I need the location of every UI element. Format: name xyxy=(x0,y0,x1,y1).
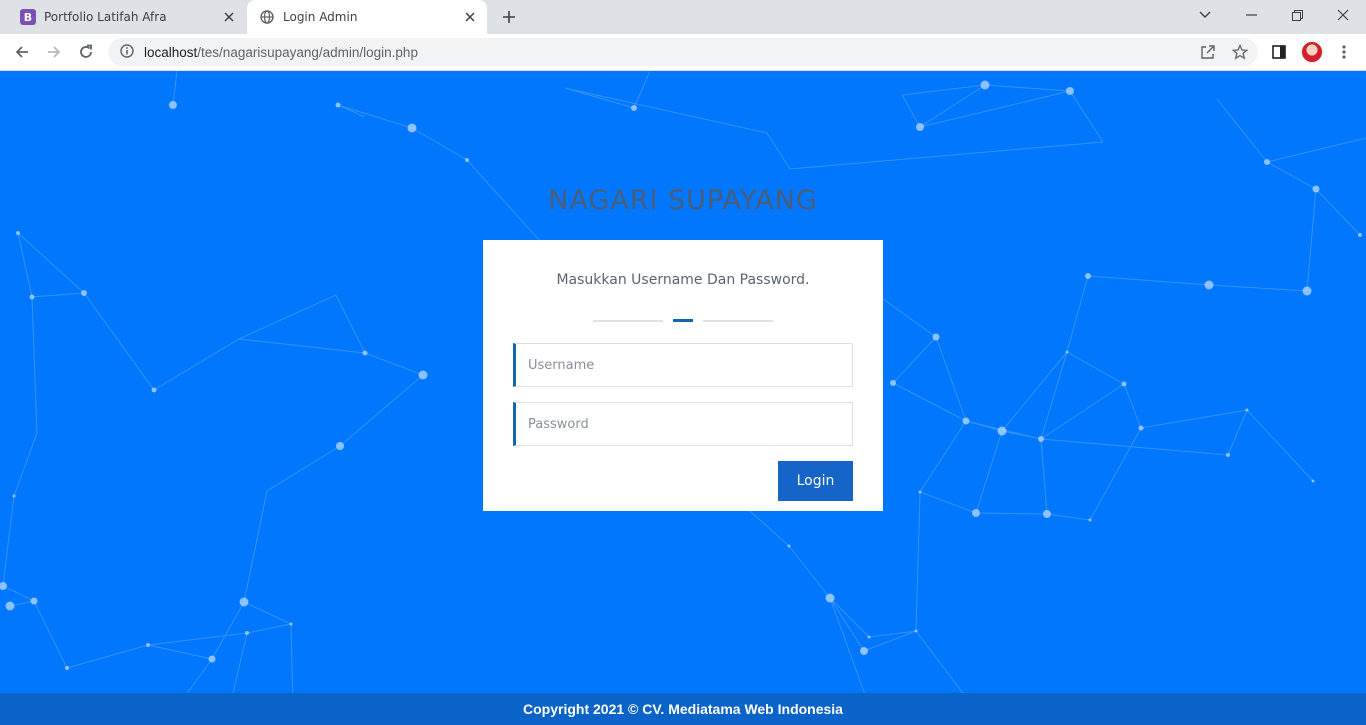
page-title: NAGARI SUPAYANG xyxy=(548,185,818,216)
divider-accent xyxy=(673,319,693,322)
site-info-icon[interactable] xyxy=(120,43,134,62)
url-text: localhost/tes/nagarisupayang/admin/login… xyxy=(144,45,418,60)
login-subtitle: Masukkan Username Dan Password. xyxy=(556,272,810,288)
url-path: /tes/nagarisupayang/admin/login.php xyxy=(197,44,418,60)
side-panel-icon[interactable] xyxy=(1265,38,1293,66)
reload-button[interactable] xyxy=(72,38,100,66)
login-card: Masukkan Username Dan Password. Login xyxy=(483,240,883,511)
tab-title: Login Admin xyxy=(283,10,358,24)
menu-kebab-icon[interactable] xyxy=(1330,38,1358,66)
tab-login-admin[interactable]: Login Admin xyxy=(247,0,487,34)
tab-title: Portfolio Latifah Afra xyxy=(44,10,167,24)
share-icon[interactable] xyxy=(1194,38,1222,66)
close-tab-icon[interactable] xyxy=(459,6,481,28)
restore-button[interactable] xyxy=(1274,0,1320,30)
username-input[interactable] xyxy=(513,343,853,387)
password-input[interactable] xyxy=(513,402,853,446)
address-bar[interactable]: localhost/tes/nagarisupayang/admin/login… xyxy=(108,38,1258,66)
close-tab-icon[interactable] xyxy=(218,6,240,28)
tab-portfolio[interactable]: B Portfolio Latifah Afra xyxy=(8,0,246,34)
avatar xyxy=(1301,41,1323,63)
back-button[interactable] xyxy=(8,38,36,66)
globe-icon xyxy=(259,9,275,25)
url-host: localhost xyxy=(144,44,198,60)
minimize-button[interactable] xyxy=(1228,0,1274,30)
new-tab-button[interactable] xyxy=(498,6,520,28)
browser-tabstrip: B Portfolio Latifah Afra Login Admin xyxy=(0,0,1366,34)
divider-right xyxy=(703,320,773,322)
login-button[interactable]: Login xyxy=(778,461,853,501)
forward-button[interactable] xyxy=(40,38,68,66)
bootstrap-icon: B xyxy=(20,9,36,25)
page-viewport: NAGARI SUPAYANG Masukkan Username Dan Pa… xyxy=(0,71,1366,725)
footer-copyright: Copyright 2021 © CV. Mediatama Web Indon… xyxy=(0,693,1366,725)
profile-avatar[interactable] xyxy=(1298,38,1326,66)
bookmark-star-icon[interactable] xyxy=(1226,38,1254,66)
divider-left xyxy=(593,320,663,322)
browser-toolbar: localhost/tes/nagarisupayang/admin/login… xyxy=(0,34,1366,71)
tab-search-button[interactable] xyxy=(1182,0,1228,30)
close-window-button[interactable] xyxy=(1320,0,1366,30)
